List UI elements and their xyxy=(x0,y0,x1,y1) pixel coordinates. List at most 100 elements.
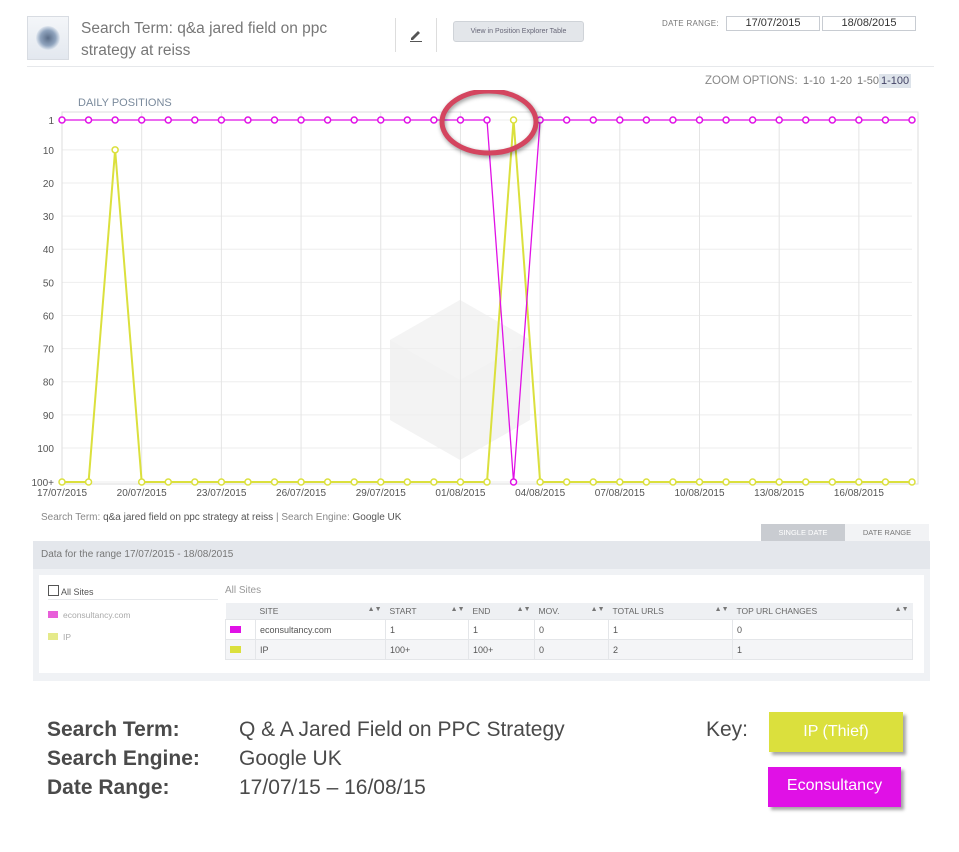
tab-date-range[interactable]: DATE RANGE xyxy=(845,524,929,541)
data-point xyxy=(58,116,66,124)
sort-icon[interactable]: ▲▼ xyxy=(451,606,465,613)
caption-search-prefix: Search Term: xyxy=(41,512,101,523)
sort-icon[interactable]: ▲▼ xyxy=(517,606,531,613)
column-total-urls[interactable]: TOTAL URLS ▲▼ xyxy=(608,603,733,620)
summary-date-label: Date Range: xyxy=(47,776,170,799)
all-sites-title: All Sites xyxy=(225,585,262,596)
data-point xyxy=(137,116,146,124)
data-point xyxy=(908,478,916,486)
panel-header: Data for the range 17/07/2015 - 18/08/20… xyxy=(33,541,930,569)
x-tick-label: 16/08/2015 xyxy=(834,488,884,499)
y-tick-label: 10 xyxy=(43,146,55,157)
data-point xyxy=(270,116,279,124)
legend-item-ip[interactable]: IP xyxy=(48,632,71,642)
data-point xyxy=(589,116,597,124)
x-tick-label: 26/07/2015 xyxy=(276,488,326,499)
data-point xyxy=(456,116,465,124)
header-divider-line xyxy=(27,66,934,67)
data-point xyxy=(616,116,624,124)
header-divider xyxy=(395,18,396,52)
pencil-icon[interactable] xyxy=(408,27,424,43)
data-point xyxy=(323,478,332,486)
data-point xyxy=(297,478,305,486)
chart-caption: Search Term: q&a jared field on ppc stra… xyxy=(41,512,401,523)
x-tick-label: 07/08/2015 xyxy=(595,488,645,499)
cell-end: 1 xyxy=(468,619,535,640)
date-to-input[interactable] xyxy=(822,16,916,31)
data-point xyxy=(456,478,465,486)
data-point xyxy=(908,116,916,124)
data-panel: Data for the range 17/07/2015 - 18/08/20… xyxy=(33,541,930,681)
table-row[interactable]: econsultancy.com 1 1 0 1 0 xyxy=(225,619,913,640)
data-point xyxy=(270,478,279,486)
column-site[interactable]: SITE ▲▼ xyxy=(255,603,386,620)
daily-positions-chart: 1102030405060708090100100+17/07/2015 20/0… xyxy=(31,90,919,499)
data-point xyxy=(58,478,66,486)
data-point xyxy=(562,478,571,486)
checkbox-icon[interactable] xyxy=(48,585,59,596)
caption-separator: | xyxy=(275,512,279,523)
sort-icon[interactable]: ▲▼ xyxy=(368,606,382,613)
column-start[interactable]: START ▲▼ xyxy=(385,603,469,620)
x-tick-label: 20/07/2015 xyxy=(117,488,167,499)
row-swatch xyxy=(225,619,256,640)
summary-engine-value: Google UK xyxy=(239,747,342,770)
data-point xyxy=(881,116,890,124)
sort-icon[interactable]: ▲▼ xyxy=(591,606,605,613)
zoom-option-1-10[interactable]: 1-10 xyxy=(801,74,827,88)
data-point xyxy=(350,478,358,486)
data-point xyxy=(802,116,810,124)
data-point xyxy=(828,116,837,124)
cell-site: econsultancy.com xyxy=(255,619,386,640)
zoom-option-1-50[interactable]: 1-50 xyxy=(855,74,881,88)
view-position-explorer-button[interactable]: View in Position Explorer Table xyxy=(453,21,584,42)
sort-icon[interactable]: ▲▼ xyxy=(895,606,909,613)
zoom-option-1-20[interactable]: 1-20 xyxy=(828,74,854,88)
column-top-url-changes[interactable]: TOP URL CHANGES ▲▼ xyxy=(732,603,913,620)
data-point xyxy=(536,478,544,486)
data-point xyxy=(191,116,199,124)
data-point xyxy=(430,478,438,486)
data-point xyxy=(775,116,783,124)
data-point xyxy=(695,116,704,124)
column-end[interactable]: END ▲▼ xyxy=(468,603,535,620)
table-row[interactable]: IP 100+ 100+ 0 2 1 xyxy=(225,639,913,660)
cell-total-urls: 2 xyxy=(608,639,733,660)
key-econsultancy: Econsultancy xyxy=(768,767,901,807)
range-text: Data for the range 17/07/2015 - 18/08/20… xyxy=(41,549,234,560)
tab-single-date[interactable]: SINGLE DATE xyxy=(761,524,845,541)
data-point xyxy=(350,116,358,124)
x-tick-label: 04/08/2015 xyxy=(515,488,565,499)
column-mov[interactable]: MOV. ▲▼ xyxy=(534,603,609,620)
data-point xyxy=(323,116,332,124)
summary-date-value: 17/07/15 – 16/08/15 xyxy=(239,776,426,799)
cell-start: 100+ xyxy=(385,639,469,660)
data-point xyxy=(430,116,438,124)
data-point xyxy=(164,478,172,486)
all-sites-checkbox-label: All Sites xyxy=(61,587,94,597)
y-tick-label: 80 xyxy=(43,378,55,389)
x-tick-label: 10/08/2015 xyxy=(674,488,724,499)
data-point xyxy=(403,478,412,486)
x-tick-label: 13/08/2015 xyxy=(754,488,804,499)
swatch-magenta xyxy=(48,611,58,618)
all-sites-checkbox[interactable]: All Sites xyxy=(48,585,218,600)
data-point xyxy=(164,116,172,124)
zoom-options-label: ZOOM OPTIONS: xyxy=(705,75,798,87)
data-point xyxy=(881,478,890,486)
swatch-yellow xyxy=(48,633,58,640)
x-tick-label: 29/07/2015 xyxy=(356,488,406,499)
data-point xyxy=(642,478,651,486)
data-point xyxy=(217,116,226,124)
zoom-option-1-100[interactable]: 1-100 xyxy=(879,74,912,88)
row-swatch xyxy=(225,639,256,660)
y-tick-label: 100 xyxy=(37,444,54,455)
date-from-input[interactable] xyxy=(726,16,820,31)
y-tick-label: 1 xyxy=(48,116,54,127)
data-point xyxy=(855,116,863,124)
sort-icon[interactable]: ▲▼ xyxy=(715,606,729,613)
data-point xyxy=(509,116,518,124)
legend-item-econsultancy[interactable]: econsultancy.com xyxy=(48,610,130,620)
data-point xyxy=(722,478,730,486)
x-tick-label: 23/07/2015 xyxy=(196,488,246,499)
